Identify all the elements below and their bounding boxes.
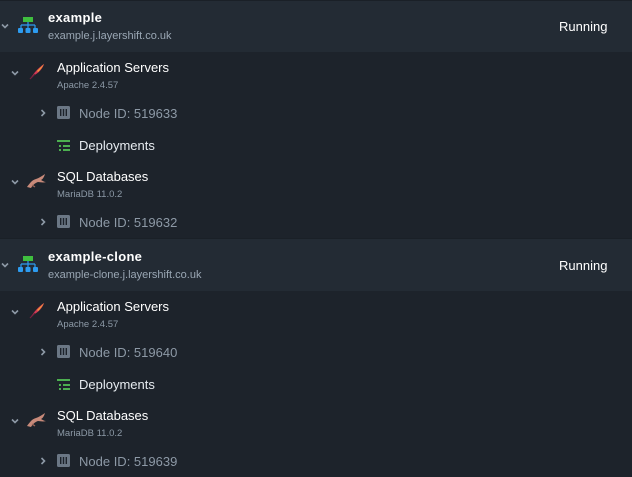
server-node-icon xyxy=(57,215,70,233)
chevron-down-icon[interactable] xyxy=(7,65,23,81)
server-node-icon xyxy=(57,106,70,124)
environment-row[interactable]: example example.j.layershift.co.uk Runni… xyxy=(0,0,632,52)
server-node-icon xyxy=(57,345,70,363)
deployments-list-icon xyxy=(57,378,70,396)
node-row[interactable]: Node ID: 519639 xyxy=(0,445,632,477)
topology-icon xyxy=(17,256,39,279)
chevron-right-icon[interactable] xyxy=(35,105,51,121)
environment-domain[interactable]: example.j.layershift.co.uk xyxy=(48,30,172,42)
group-version: Apache 2.4.57 xyxy=(57,319,119,330)
environment-domain[interactable]: example-clone.j.layershift.co.uk xyxy=(48,269,201,281)
group-title: Application Servers xyxy=(57,60,169,75)
server-node-icon xyxy=(57,454,70,472)
apache-feather-icon xyxy=(28,301,46,324)
node-group-app-servers[interactable]: Application Servers Apache 2.4.57 xyxy=(0,291,632,336)
node-row[interactable]: Node ID: 519632 xyxy=(0,206,632,238)
deployments-label[interactable]: Deployments xyxy=(79,377,155,392)
environment-name[interactable]: example-clone xyxy=(48,249,142,264)
environment-row[interactable]: example-clone example-clone.j.layershift… xyxy=(0,238,632,291)
apache-feather-icon xyxy=(28,62,46,85)
chevron-down-icon[interactable] xyxy=(0,18,13,34)
mariadb-seal-icon xyxy=(26,173,47,194)
node-id-label[interactable]: Node ID: 519632 xyxy=(79,215,177,230)
group-version: MariaDB 11.0.2 xyxy=(57,428,123,439)
group-title: Application Servers xyxy=(57,299,169,314)
node-row[interactable]: Node ID: 519633 xyxy=(0,97,632,129)
chevron-down-icon[interactable] xyxy=(7,413,23,429)
chevron-right-icon[interactable] xyxy=(35,344,51,360)
group-version: MariaDB 11.0.2 xyxy=(57,189,123,200)
topology-icon xyxy=(17,17,39,40)
node-id-label[interactable]: Node ID: 519633 xyxy=(79,106,177,121)
group-title: SQL Databases xyxy=(57,169,149,184)
chevron-right-icon[interactable] xyxy=(35,214,51,230)
node-id-label[interactable]: Node ID: 519639 xyxy=(79,454,177,469)
mariadb-seal-icon xyxy=(26,412,47,433)
node-group-sql-databases[interactable]: SQL Databases MariaDB 11.0.2 xyxy=(0,400,632,445)
group-version: Apache 2.4.57 xyxy=(57,80,119,91)
environment-name[interactable]: example xyxy=(48,10,102,25)
deployments-label[interactable]: Deployments xyxy=(79,138,155,153)
node-group-app-servers[interactable]: Application Servers Apache 2.4.57 xyxy=(0,52,632,97)
deployments-row[interactable]: Deployments xyxy=(0,368,632,400)
chevron-down-icon[interactable] xyxy=(7,174,23,190)
status-badge: Running xyxy=(559,258,608,273)
node-group-sql-databases[interactable]: SQL Databases MariaDB 11.0.2 xyxy=(0,161,632,206)
group-title: SQL Databases xyxy=(57,408,149,423)
node-id-label[interactable]: Node ID: 519640 xyxy=(79,345,177,360)
status-badge: Running xyxy=(559,19,608,34)
node-row[interactable]: Node ID: 519640 xyxy=(0,336,632,368)
deployments-row[interactable]: Deployments xyxy=(0,129,632,161)
environment-tree: example example.j.layershift.co.uk Runni… xyxy=(0,0,632,469)
chevron-right-icon[interactable] xyxy=(35,453,51,469)
chevron-down-icon[interactable] xyxy=(7,304,23,320)
deployments-list-icon xyxy=(57,139,70,157)
chevron-down-icon[interactable] xyxy=(0,257,13,273)
